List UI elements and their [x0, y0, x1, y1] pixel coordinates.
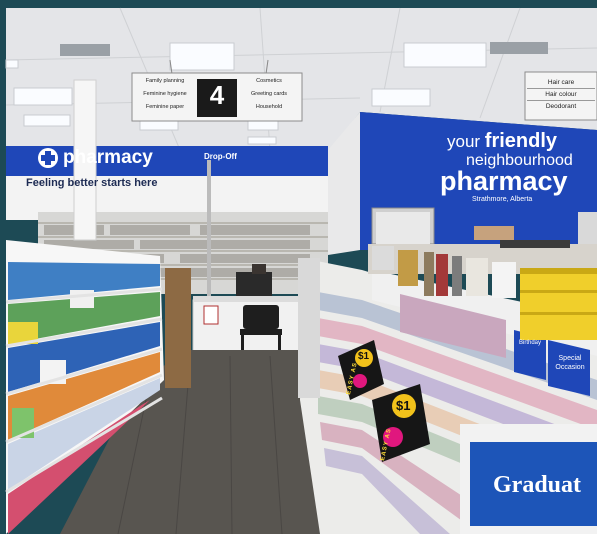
aisle-number: 4 — [209, 80, 225, 110]
wall-slogan-your: your — [447, 132, 485, 151]
graduation-sign-text: Graduat — [493, 472, 582, 498]
right-item-deodorant: Deodorant — [545, 103, 577, 110]
tagline-text: Feeling better starts here — [26, 177, 158, 189]
rack-tab-birthday: Birthday — [518, 340, 541, 346]
pharmacist-head — [252, 264, 266, 274]
cardboard-box — [474, 226, 514, 240]
dropoff-label: Drop-Off — [204, 152, 237, 161]
right-aisle-list: Hair care Hair colour Deodorant — [527, 78, 595, 114]
yellow-display — [520, 268, 597, 340]
right-door — [578, 212, 597, 248]
wall-slogan-friendly: friendly — [484, 130, 558, 152]
wood-endcap — [165, 268, 191, 388]
aisle-item-feminine-paper: Feminine paper — [145, 104, 185, 110]
counter-notice — [203, 305, 219, 325]
right-item-hair-care: Hair care — [527, 78, 595, 89]
wall-location: Strathmore, Alberta — [472, 196, 533, 203]
pharmacy-photo: pharmacy Feeling better starts here Drop… — [0, 0, 597, 534]
rack-tab-special-occasion: Special Occasion — [555, 355, 585, 371]
counter-dark — [500, 240, 570, 248]
aisle-item-family-planning: Family planning — [145, 78, 185, 84]
computer-monitor — [236, 272, 272, 296]
pharmacy-brand-text: pharmacy — [63, 147, 153, 168]
wall-slogan-line1: your friendly — [447, 130, 557, 153]
aisle-item-feminine-hygiene: Feminine hygiene — [143, 91, 187, 97]
price-label-1: $1 — [358, 351, 370, 362]
aisle-item-cosmetics: Cosmetics — [256, 78, 282, 84]
dropoff-sign-pole — [207, 160, 211, 300]
door-panel — [376, 212, 430, 244]
wall-slogan-line3: pharmacy — [440, 166, 568, 196]
plus-cross-icon — [38, 148, 58, 168]
aisle-item-household: Household — [255, 104, 283, 110]
aisle-item-greeting-cards: Greeting cards — [250, 91, 288, 97]
price-label-2: $1 — [396, 398, 411, 413]
rack-end-panel — [298, 258, 320, 398]
counter-top — [193, 296, 301, 302]
right-item-hair-colour: Hair colour — [527, 90, 595, 101]
